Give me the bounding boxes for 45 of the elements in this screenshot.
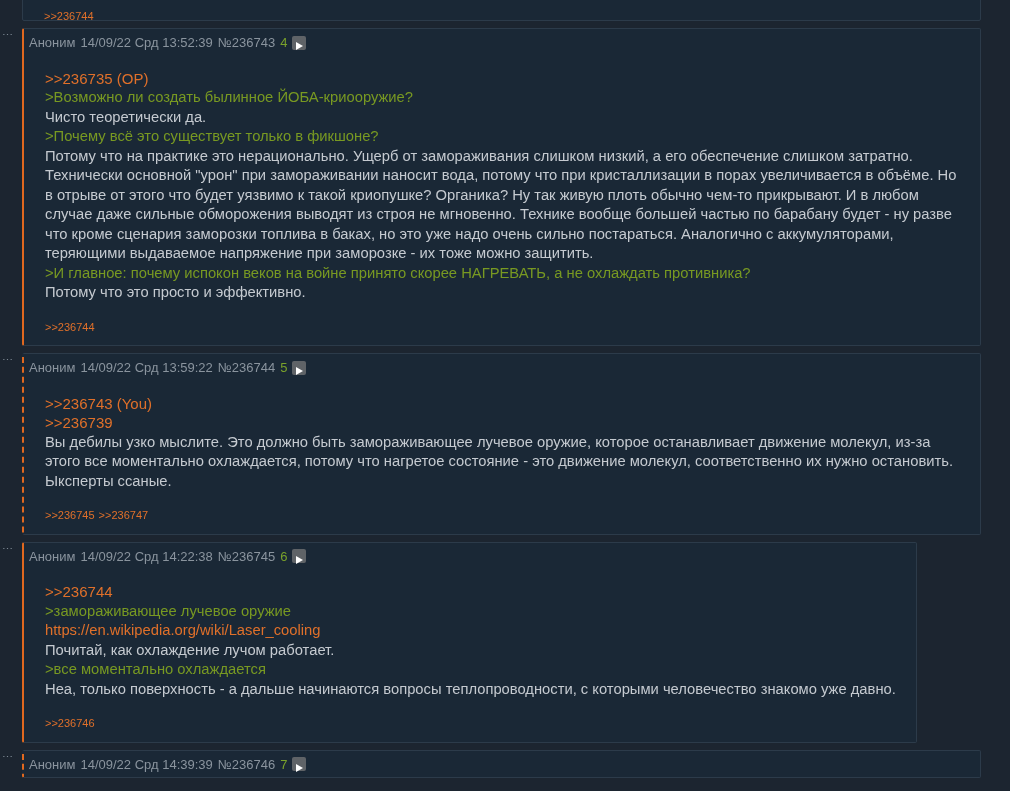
play-icon[interactable] bbox=[292, 35, 307, 50]
quote-text: >Почему всё это существует только в фикшоне? bbox=[45, 127, 380, 146]
post-menu-icon[interactable]: ⋯ bbox=[0, 751, 22, 763]
post-number[interactable]: №236745 bbox=[217, 546, 276, 566]
post-date: 14/09/22 Срд 14:39:39 bbox=[80, 755, 213, 774]
quote-text: >все моментально охлаждается bbox=[45, 660, 267, 679]
post-index: 4 bbox=[280, 34, 288, 52]
post-number[interactable]: №236744 bbox=[217, 358, 276, 378]
post-menu-icon[interactable]: ⋯ bbox=[0, 30, 22, 41]
reply-link[interactable]: >>236743 (You) bbox=[45, 393, 153, 413]
reply-link[interactable]: >>236735 (OP) bbox=[45, 68, 149, 88]
play-icon[interactable] bbox=[292, 360, 307, 375]
post-text: Неа, только поверхность - а дальше начинаются вопросы теплопроводности, с которыми человечество знакомо уже давно. bbox=[45, 679, 896, 699]
reply-link[interactable]: >>236745 bbox=[45, 507, 95, 524]
author-name: Аноним bbox=[29, 34, 76, 52]
post-index: 6 bbox=[280, 547, 288, 566]
play-icon[interactable] bbox=[292, 549, 307, 564]
reply-link[interactable]: >>236744 bbox=[45, 582, 113, 602]
author-name: Аноним bbox=[29, 359, 76, 377]
post-date: 14/09/22 Срд 14:22:38 bbox=[80, 547, 213, 566]
post-text: Почитай, как охлаждение лучом работает. bbox=[45, 640, 336, 660]
author-name: Аноним bbox=[29, 547, 76, 566]
reply-link[interactable]: >>236746 bbox=[45, 715, 95, 732]
play-icon[interactable] bbox=[292, 757, 307, 772]
quote-text: >Возможно ли создать былинное ЙОБА-криооружие? bbox=[45, 88, 414, 107]
post-menu-icon[interactable]: ⋯ bbox=[0, 355, 22, 366]
post-text: Вы дебилы узко мыслите. Это должно быть замораживающее лучевое оружие, которое останавливает движение молекул, из-за этого все моментально охлаждается, потому что нагретое состояние - это движение молекул, соответственно их нужно остановить. Ыксперты ссаные. bbox=[45, 432, 954, 491]
post-date: 14/09/22 Срд 13:52:39 bbox=[80, 34, 213, 52]
post-date: 14/09/22 Срд 13:59:22 bbox=[80, 359, 213, 377]
reply-link[interactable]: >>236744 bbox=[45, 318, 95, 335]
post-text: Потому что на практике это нерационально. Ущерб от замораживания слишком низкий, а его обеспечение слишком затратно. Технически основной "урон" при замораживании наносит вода, потому что при кристаллизации в порах увеличивается в объёме. Но в отрыве от этого что будет уязвимо к такой криопушке? Органика? Ну так живую плоть обычно чем-то прикрывают. И в любом случае даже сильные обморожения выводят из строя не мгновенно. Технике вообще большей частью по барабану будет - ну разве что кроме сценария заморозки топлива в баках, но это уже надо очень сильно постараться. Аналогично с аккумуляторами, теряющими выдаваемое напряжение при заморозке - их тоже можно защитить. bbox=[45, 146, 958, 263]
post-menu-icon[interactable]: ⋯ bbox=[0, 543, 22, 555]
url-link[interactable]: https://en.wikipedia.org/wiki/Laser_cooling bbox=[45, 621, 896, 641]
reply-link[interactable]: >>236747 bbox=[98, 507, 149, 524]
post-text: Потому что это просто и эффективно. bbox=[45, 283, 307, 302]
reply-link[interactable]: >>236739 bbox=[45, 413, 113, 433]
quote-text: >замораживающее лучевое оружие bbox=[45, 601, 292, 621]
post-text: Чисто теоретически да. bbox=[45, 107, 208, 127]
post-number[interactable]: №236746 bbox=[217, 754, 276, 774]
post-index: 5 bbox=[280, 359, 288, 377]
post-index: 7 bbox=[280, 755, 288, 774]
quote-text: >И главное: почему испокон веков на войне принято скорее НАГРЕВАТЬ, а не охлаждать противника? bbox=[45, 263, 752, 283]
author-name: Аноним bbox=[29, 755, 76, 774]
post-number[interactable]: №236743 bbox=[217, 33, 276, 53]
reply-link[interactable]: >>236744 bbox=[44, 8, 94, 25]
